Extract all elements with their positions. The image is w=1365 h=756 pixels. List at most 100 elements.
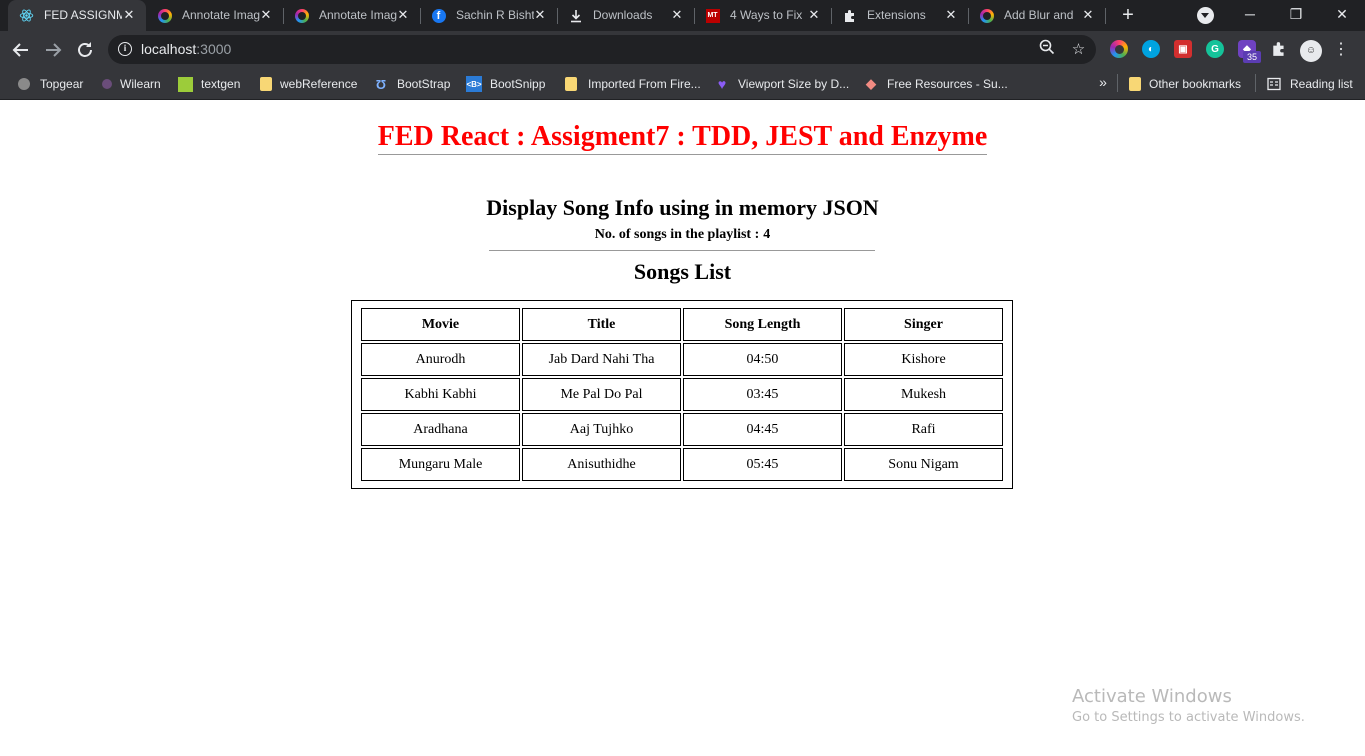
download-icon [568, 8, 583, 23]
column-header: Movie [361, 308, 520, 341]
topgear-icon [16, 76, 32, 92]
close-tab-icon[interactable]: ✕ [1081, 7, 1095, 23]
folder-icon [260, 77, 272, 91]
bookmark-star-icon[interactable]: ☆ [1068, 39, 1089, 60]
table-cell: Anisuthidhe [522, 448, 681, 481]
bookmark-viewport-size[interactable]: ♥ Viewport Size by D... [714, 74, 849, 94]
bookmark-label: Wilearn [120, 77, 161, 91]
tab-add-blur[interactable]: Add Blur and ✕ [968, 0, 1106, 31]
bookmarks-overflow-icon[interactable]: » [1095, 72, 1111, 92]
tab-title: Extensions [867, 8, 926, 22]
table-cell: 04:45 [683, 413, 842, 446]
viewport-icon: ♥ [717, 76, 727, 92]
bookmark-label: Free Resources - Su... [887, 77, 1008, 91]
table-row: Aradhana Aaj Tujhko 04:45 Rafi [361, 413, 1003, 446]
table-cell: Aaj Tujhko [522, 413, 681, 446]
bootstrap-icon: Ʊ [375, 76, 387, 92]
screenshot-extension-icon[interactable]: ▣ [1174, 40, 1192, 58]
extension-badge: 35 [1243, 51, 1261, 63]
react-icon [19, 8, 34, 23]
site-info-icon[interactable]: i [118, 42, 132, 56]
tab-separator [1105, 8, 1106, 24]
close-tab-icon[interactable]: ✕ [396, 7, 410, 23]
table-cell: Anurodh [361, 343, 520, 376]
song-count: No. of songs in the playlist :4 [0, 227, 1365, 243]
forward-icon[interactable] [41, 38, 65, 62]
page-content: FED React : Assigment7 : TDD, JEST and E… [0, 101, 1365, 756]
menu-kebab-icon[interactable]: ⋮ [1333, 38, 1349, 62]
extensions-puzzle-icon[interactable] [1270, 40, 1288, 58]
tab-extensions[interactable]: Extensions ✕ [831, 0, 969, 31]
watermark-line-2: Go to Settings to activate Windows. [1072, 710, 1305, 725]
bookmark-free-resources[interactable]: ◆ Free Resources - Su... [863, 74, 1008, 94]
bookmark-other[interactable]: Other bookmarks [1127, 74, 1241, 94]
table-cell: Mungaru Male [361, 448, 520, 481]
minimize-icon[interactable]: ─ [1235, 3, 1265, 25]
tab-title: Annotate Images [182, 8, 260, 22]
song-count-value: 4 [763, 227, 771, 242]
table-row: Anurodh Jab Dard Nahi Tha 04:50 Kishore [361, 343, 1003, 376]
wilearn-icon [99, 76, 115, 92]
mt-icon: MT [705, 8, 720, 23]
table-cell: Aradhana [361, 413, 520, 446]
profile-avatar[interactable]: ☺ [1300, 40, 1322, 62]
close-tab-icon[interactable]: ✕ [533, 7, 547, 23]
back-icon[interactable] [9, 38, 33, 62]
bootsnipp-icon: <B> [466, 76, 482, 92]
close-tab-icon[interactable]: ✕ [670, 7, 684, 23]
bookmark-label: Topgear [40, 77, 84, 91]
browser-toolbar: i localhost:3000 ☆ ◐ ▣ G ◆ [0, 31, 1365, 68]
bookmark-bootstrap[interactable]: Ʊ BootStrap [373, 74, 451, 94]
close-window-icon[interactable]: ✕ [1327, 3, 1357, 25]
watermark-line-1: Activate Windows [1072, 686, 1232, 707]
annotate-extension-icon[interactable] [1110, 40, 1128, 58]
tab-4-ways-to-fix[interactable]: MT 4 Ways to Fix ✕ [694, 0, 832, 31]
table-cell: 05:45 [683, 448, 842, 481]
bookmark-textgen[interactable]: textgen [177, 74, 240, 94]
reload-icon[interactable] [73, 38, 97, 62]
divider [489, 250, 875, 251]
table-header-row: Movie Title Song Length Singer [361, 308, 1003, 341]
bookmark-label: Reading list [1290, 77, 1353, 91]
bookmark-label: Viewport Size by D... [738, 77, 850, 91]
address-url: localhost:3000 [141, 41, 232, 57]
restore-icon[interactable]: ❐ [1281, 3, 1311, 25]
edge-extension-icon[interactable]: ◐ [1142, 40, 1160, 58]
reading-list-icon [1266, 76, 1282, 92]
bookmarks-bar: Topgear Wilearn textgen webReference Ʊ B… [0, 68, 1365, 100]
tab-fed-assignment[interactable]: FED ASSIGNMENT ✕ [8, 0, 146, 31]
bookmarks-separator [1117, 74, 1118, 92]
close-tab-icon[interactable]: ✕ [807, 7, 821, 23]
tab-annotate-images-1[interactable]: Annotate Images ✕ [146, 0, 284, 31]
zoom-icon[interactable] [1036, 39, 1057, 60]
close-tab-icon[interactable]: ✕ [122, 7, 136, 23]
close-tab-icon[interactable]: ✕ [259, 7, 273, 23]
page-title: FED React : Assigment7 : TDD, JEST and E… [377, 121, 988, 155]
tab-search-icon[interactable] [1197, 7, 1214, 24]
songs-table-frame: Movie Title Song Length Singer Anurodh J… [351, 300, 1013, 489]
grammarly-icon[interactable]: G [1206, 40, 1224, 58]
table-cell: Sonu Nigam [844, 448, 1003, 481]
new-tab-button[interactable]: + [1117, 4, 1139, 26]
annotate-icon [157, 8, 172, 23]
textgen-icon [177, 76, 193, 92]
bookmark-wilearn[interactable]: Wilearn [99, 74, 161, 94]
bookmark-bootsnipp[interactable]: <B> BootSnipp [466, 74, 545, 94]
bookmark-label: BootStrap [397, 77, 451, 91]
activate-windows-watermark: Activate Windows Go to Settings to activ… [1072, 686, 1305, 727]
bookmark-webreference[interactable]: webReference [258, 74, 357, 94]
close-tab-icon[interactable]: ✕ [944, 7, 958, 23]
bookmark-label: Imported From Fire... [588, 77, 701, 91]
tab-facebook[interactable]: f Sachin R Bisht ✕ [420, 0, 558, 31]
address-bar[interactable]: i localhost:3000 ☆ [108, 35, 1096, 64]
column-header: Title [522, 308, 681, 341]
bookmark-imported[interactable]: Imported From Fire... [563, 74, 701, 94]
page-title-wrap: FED React : Assigment7 : TDD, JEST and E… [0, 121, 1365, 155]
tab-annotate-images-2[interactable]: Annotate Images ✕ [283, 0, 421, 31]
tab-downloads[interactable]: Downloads ✕ [557, 0, 695, 31]
reading-list[interactable]: Reading list [1266, 74, 1353, 94]
song-count-label: No. of songs in the playlist : [594, 227, 760, 242]
gem-icon: ◆ [866, 76, 876, 91]
bookmark-topgear[interactable]: Topgear [16, 74, 83, 94]
songs-list-title: Songs List [633, 259, 732, 284]
